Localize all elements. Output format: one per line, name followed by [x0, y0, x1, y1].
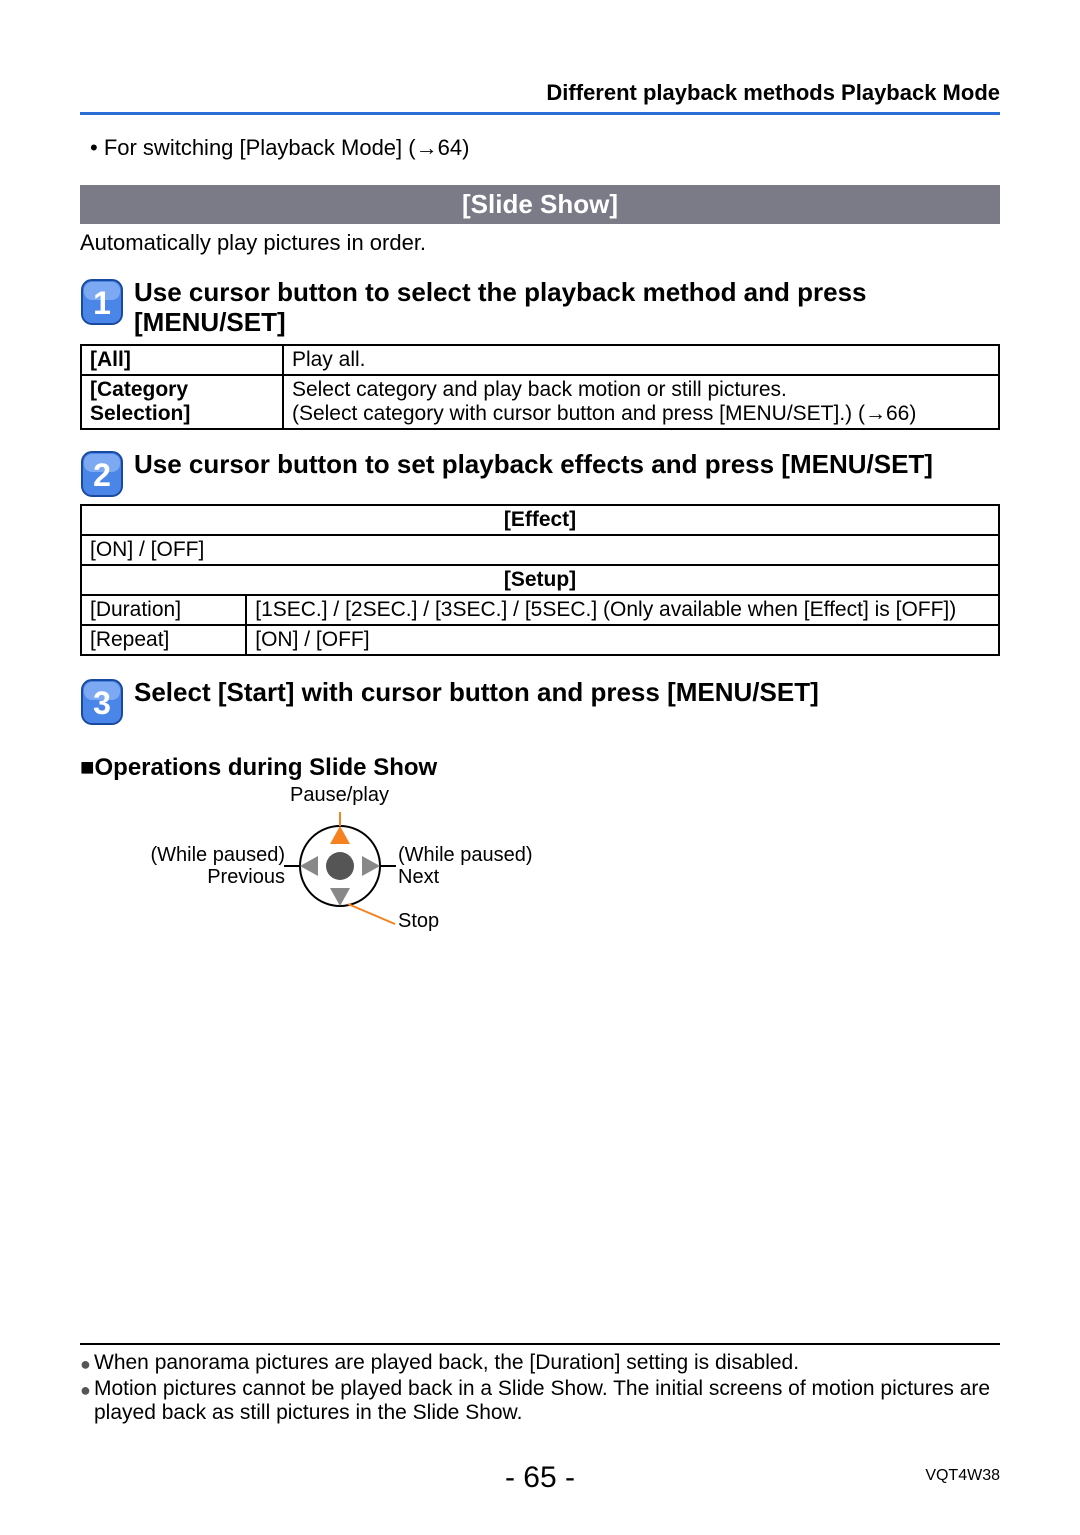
svg-text:2: 2	[93, 457, 111, 493]
table-row: [Setup]	[81, 565, 999, 595]
doc-code: VQT4W38	[925, 1467, 1000, 1485]
cell-value: [1SEC.] / [2SEC.] / [3SEC.] / [5SEC.] (O…	[246, 595, 999, 625]
step-1: 1 Use cursor button to select the playba…	[80, 276, 1000, 338]
note-item: ● Motion pictures cannot be played back …	[80, 1377, 1000, 1425]
table-row: [Category Selection] Select category and…	[81, 375, 999, 429]
step-badge-1: 1	[80, 276, 124, 326]
label-pause-play: Pause/play	[290, 784, 389, 807]
page-number: - 65 -	[0, 1461, 1080, 1495]
table-row: [Repeat] [ON] / [OFF]	[81, 625, 999, 655]
dpad-diagram: Pause/play (While paused) Previous (Whil…	[120, 786, 640, 936]
cell-label: [Duration]	[81, 595, 246, 625]
step-1-title: Use cursor button to select the playback…	[134, 276, 1000, 338]
step-badge-2: 2	[80, 448, 124, 498]
bullet-icon: ●	[80, 1377, 94, 1425]
operations-heading: ■Operations during Slide Show	[80, 754, 1000, 782]
step-3-title: Select [Start] with cursor button and pr…	[134, 676, 819, 708]
effect-header: [Effect]	[81, 505, 999, 535]
setup-header: [Setup]	[81, 565, 999, 595]
table-row: [ON] / [OFF]	[81, 535, 999, 565]
step-3: 3 Select [Start] with cursor button and …	[80, 676, 1000, 726]
notes-section: ● When panorama pictures are played back…	[80, 1343, 1000, 1425]
bullet-icon: ●	[80, 1351, 94, 1377]
step-2: 2 Use cursor button to set playback effe…	[80, 448, 1000, 498]
note-text: When panorama pictures are played back, …	[94, 1351, 1000, 1377]
table-row: [Effect]	[81, 505, 999, 535]
svg-text:1: 1	[93, 285, 111, 321]
section-desc: Automatically play pictures in order.	[80, 230, 1000, 256]
cell-label: [Category Selection]	[81, 375, 283, 429]
cell-label: [All]	[81, 345, 283, 375]
cell-value: Select category and play back motion or …	[283, 375, 999, 429]
label-previous: Previous	[140, 866, 285, 889]
effects-table: [Effect] [ON] / [OFF] [Setup] [Duration]…	[80, 504, 1000, 656]
breadcrumb: Different playback methods Playback Mode	[80, 80, 1000, 115]
cell-value: [ON] / [OFF]	[246, 625, 999, 655]
cell-value: Play all.	[283, 345, 999, 375]
intro-switch-note: • For switching [Playback Mode] (→64)	[90, 135, 1000, 161]
label-right-paused: (While paused)	[398, 844, 533, 867]
note-text: Motion pictures cannot be played back in…	[94, 1377, 1000, 1425]
cell-label: [Repeat]	[81, 625, 246, 655]
manual-page: Different playback methods Playback Mode…	[0, 0, 1080, 1535]
label-stop: Stop	[398, 910, 439, 933]
step-badge-3: 3	[80, 676, 124, 726]
label-next: Next	[398, 866, 439, 889]
note-item: ● When panorama pictures are played back…	[80, 1351, 1000, 1377]
section-title: [Slide Show]	[80, 185, 1000, 224]
svg-text:3: 3	[93, 685, 111, 721]
table-row: [All] Play all.	[81, 345, 999, 375]
effect-value: [ON] / [OFF]	[81, 535, 999, 565]
label-left-paused: (While paused)	[140, 844, 285, 867]
playback-method-table: [All] Play all. [Category Selection] Sel…	[80, 344, 1000, 430]
table-row: [Duration] [1SEC.] / [2SEC.] / [3SEC.] /…	[81, 595, 999, 625]
step-2-title: Use cursor button to set playback effect…	[134, 448, 933, 480]
